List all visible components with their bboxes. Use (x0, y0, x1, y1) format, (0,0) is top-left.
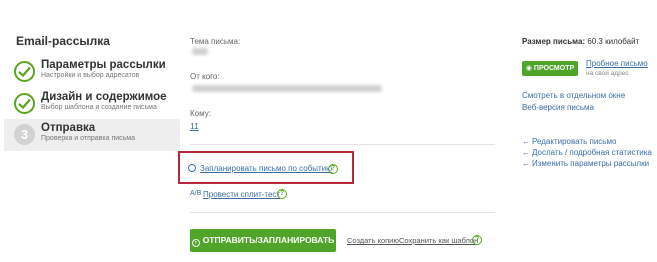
edit-email-link[interactable]: ← Редактировать письмо (522, 137, 616, 146)
web-version-link[interactable]: Веб-версия письма (522, 103, 594, 112)
recipients-count-link[interactable]: 11 (190, 121, 199, 131)
resend-stats-link[interactable]: ← Дослать / подробная статистика (522, 148, 652, 157)
action-label: Редактировать письмо (532, 137, 617, 146)
arrow-right-icon: › (191, 239, 200, 247)
arrow-left-icon: ← (522, 159, 530, 168)
send-schedule-button[interactable]: › ОТПРАВИТЬ/ЗАПЛАНИРОВАТЬ (190, 229, 336, 252)
divider (190, 144, 495, 145)
to-label: Кому: (190, 109, 211, 118)
step-campaign-settings[interactable]: Параметры рассылки Настройки и выбор адр… (4, 56, 180, 88)
save-as-template-link[interactable]: Сохранить как шаблон (399, 236, 478, 245)
sidebar: Email-рассылка Параметры рассылки Настро… (0, 0, 180, 262)
step-subtitle: Настройки и выбор адресатов (41, 72, 140, 79)
ab-test-icon: A/B (190, 190, 202, 197)
step-subtitle: Проверка и отправка письма (41, 135, 136, 142)
change-settings-link[interactable]: ← Изменить параметры рассылки (522, 159, 649, 168)
sidebar-title: Email-рассылка (16, 34, 110, 48)
step-number: 3 (14, 124, 35, 145)
subject-value-blurred (192, 48, 208, 55)
divider (190, 212, 495, 213)
split-test-link[interactable]: Провести сплит-тест (203, 190, 280, 199)
send-button-label: ОТПРАВИТЬ/ЗАПЛАНИРОВАТЬ (202, 235, 335, 245)
check-icon (14, 61, 35, 82)
action-label: Изменить параметры рассылки (532, 159, 650, 168)
step-label: Отправка (41, 122, 96, 134)
step-label: Параметры рассылки (41, 59, 166, 71)
open-in-window-link[interactable]: Смотреть в отдельном окне (522, 91, 625, 100)
schedule-highlight: Запланировать письмо по событию ? (178, 151, 354, 184)
test-email-subtitle: на свой адрес (586, 70, 629, 77)
step-subtitle: Выбор шаблона и создание письма (41, 104, 157, 111)
from-value-blurred (192, 85, 382, 92)
step-sending: 3 Отправка Проверка и отправка письма (4, 119, 180, 151)
create-copy-link[interactable]: Создать копию (347, 236, 399, 245)
subject-label: Тема письма: (190, 37, 241, 46)
size-value: 60.3 килобайт (587, 37, 640, 46)
send-form: Тема письма: От кого: Кому: 11 Запланиро… (178, 0, 495, 262)
right-panel: Размер письма: 60.3 килобайт ◉ ПРОСМОТР … (522, 0, 657, 262)
help-icon[interactable]: ? (277, 189, 287, 199)
preview-button[interactable]: ◉ ПРОСМОТР (522, 61, 578, 76)
eye-icon: ◉ (525, 65, 534, 72)
help-icon[interactable]: ? (472, 235, 482, 245)
step-design-content[interactable]: Дизайн и содержимое Выбор шаблона и созд… (4, 88, 180, 120)
action-label: Дослать / подробная статистика (532, 148, 652, 157)
help-icon[interactable]: ? (328, 164, 338, 174)
size-label: Размер письма: (522, 37, 586, 46)
test-email-link[interactable]: Пробное письмо (586, 59, 648, 68)
arrow-left-icon: ← (522, 137, 530, 146)
clock-icon (188, 164, 196, 172)
from-label: От кого: (190, 72, 220, 81)
check-icon (14, 93, 35, 114)
step-label: Дизайн и содержимое (41, 91, 167, 103)
email-size: Размер письма: 60.3 килобайт (522, 37, 639, 46)
arrow-left-icon: ← (522, 148, 530, 157)
schedule-by-event-link[interactable]: Запланировать письмо по событию (200, 164, 332, 173)
preview-button-label: ПРОСМОТР (533, 65, 575, 72)
